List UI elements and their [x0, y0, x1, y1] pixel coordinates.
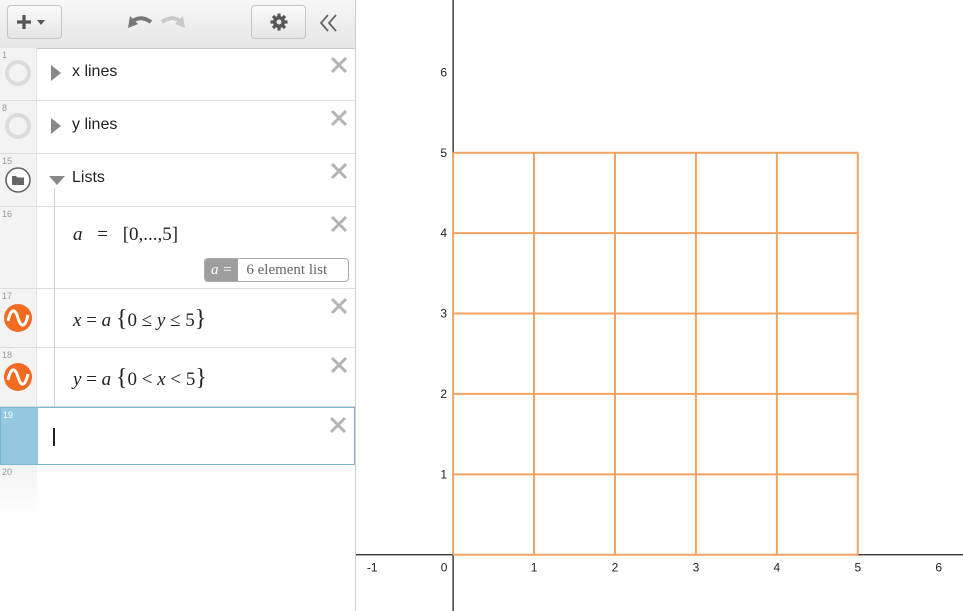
- x-tick-label: 2: [612, 561, 619, 575]
- text-cursor: [53, 428, 55, 446]
- wave-graph-icon[interactable]: [3, 303, 33, 333]
- expression-row-empty[interactable]: 20: [0, 465, 355, 515]
- row-number: 19: [3, 410, 14, 420]
- y-tick-label: 5: [440, 146, 447, 160]
- collapsed-triangle-icon[interactable]: [50, 64, 62, 82]
- inequality-op: ≤: [141, 310, 153, 331]
- double-chevron-left-icon: [319, 14, 337, 32]
- restriction-low: 0: [127, 369, 137, 390]
- undo-icon: [128, 16, 153, 28]
- right-brace: }: [195, 365, 207, 391]
- settings-button[interactable]: [251, 5, 306, 39]
- delete-x-icon[interactable]: [330, 297, 348, 315]
- expression-row-vertical-lines[interactable]: 17 x = a {0 ≤ y ≤ 5}: [0, 289, 355, 348]
- hidden-toggle-icon[interactable]: [3, 111, 33, 141]
- restriction-high: 5: [185, 369, 196, 390]
- equals-sign: =: [97, 224, 108, 245]
- delete-x-icon[interactable]: [330, 162, 348, 180]
- redo-icon: [160, 16, 185, 28]
- row-gutter: 8: [0, 101, 37, 153]
- math-rhs: a: [101, 369, 112, 390]
- hidden-toggle-icon[interactable]: [3, 58, 33, 88]
- x-tick-label: 6: [935, 561, 942, 575]
- y-tick-label: 4: [440, 226, 447, 240]
- evaluation-variable: a =: [205, 259, 239, 281]
- x-tick-label: 3: [693, 561, 700, 575]
- graph-canvas[interactable]: -1 0 1 2 3 4 5 6 1 2 3 4 5 6: [356, 0, 963, 611]
- expression-input[interactable]: [61, 422, 311, 452]
- restriction-low: 0: [127, 310, 137, 331]
- y-tick-label: 3: [440, 307, 447, 321]
- redo-button[interactable]: [158, 10, 188, 41]
- math-rhs: a: [101, 310, 112, 331]
- row-gutter: 15: [0, 154, 37, 206]
- collapsed-triangle-icon[interactable]: [50, 117, 62, 135]
- expression-row-active[interactable]: 19: [0, 407, 355, 465]
- delete-x-icon[interactable]: [330, 56, 348, 74]
- evaluation-text: 6 element list: [246, 262, 328, 278]
- folder-title[interactable]: y lines: [72, 116, 117, 134]
- gear-icon: [270, 13, 287, 31]
- math-expression[interactable]: a = [0,...,5]: [73, 224, 178, 246]
- restriction-high: 5: [185, 310, 195, 331]
- inequality-op: <: [141, 369, 153, 390]
- math-expression[interactable]: y = a {0 < x < 5}: [73, 365, 207, 392]
- delete-x-icon[interactable]: [329, 416, 347, 434]
- folder-title[interactable]: Lists: [72, 169, 105, 187]
- row-gutter: 1: [0, 48, 37, 100]
- math-expression[interactable]: x = a {0 ≤ y ≤ 5}: [73, 306, 206, 333]
- row-gutter: 18: [0, 348, 37, 406]
- y-tick-label: 1: [440, 467, 447, 481]
- delete-x-icon[interactable]: [330, 215, 348, 233]
- row-number: 16: [2, 209, 13, 219]
- folder-indent-line: [54, 207, 55, 289]
- row-number: 20: [2, 467, 13, 477]
- folder-row-y-lines[interactable]: 8 y lines: [0, 101, 355, 154]
- expression-row-list[interactable]: 16 a = [0,...,5] a = 6 element list: [0, 207, 355, 289]
- folder-title[interactable]: x lines: [72, 63, 117, 81]
- inequality-op: <: [170, 369, 182, 390]
- math-lhs: y: [73, 369, 82, 390]
- right-brace: }: [194, 306, 207, 332]
- undo-button[interactable]: [125, 10, 155, 41]
- row-gutter-active: 19: [1, 408, 38, 464]
- y-tick-label: 2: [440, 387, 447, 401]
- math-lhs: x: [73, 310, 82, 331]
- row-gutter: 17: [0, 289, 37, 347]
- x-tick-label: 1: [531, 561, 538, 575]
- folder-row-lists[interactable]: 15 Lists: [0, 154, 355, 207]
- row-number: 18: [2, 350, 13, 360]
- x-tick-label: -1: [367, 561, 378, 575]
- expanded-triangle-icon[interactable]: [48, 175, 66, 187]
- collapse-panel-button[interactable]: [318, 12, 342, 39]
- folder-indent-line: [54, 188, 55, 207]
- left-brace: {: [115, 306, 128, 332]
- y-tick-label: 6: [440, 65, 447, 79]
- evaluation-badge: a = 6 element list: [204, 258, 349, 282]
- folder-row-x-lines[interactable]: 1 x lines: [0, 48, 355, 101]
- row-gutter: 20: [0, 465, 37, 515]
- restriction-var: y: [156, 310, 166, 331]
- x-tick-label: 4: [774, 561, 781, 575]
- x-tick-label: 0: [441, 561, 448, 575]
- folder-indent-line: [54, 348, 55, 407]
- folder-icon[interactable]: [3, 165, 33, 195]
- delete-x-icon[interactable]: [330, 356, 348, 374]
- list-definition: [0,...,5]: [122, 224, 179, 245]
- expression-panel: 1 x lines 8 y lines 15 Lists 16 a = [0,.…: [0, 0, 356, 611]
- plus-dropdown-icon: [16, 15, 45, 29]
- left-brace: {: [115, 365, 128, 391]
- inequality-op: ≤: [170, 310, 181, 331]
- delete-x-icon[interactable]: [330, 109, 348, 127]
- add-item-button[interactable]: [7, 5, 62, 39]
- row-gutter: 16: [0, 207, 37, 288]
- expression-row-horizontal-lines[interactable]: 18 y = a {0 < x < 5}: [0, 348, 355, 407]
- restriction-var: x: [157, 369, 166, 390]
- expression-toolbar: [0, 0, 355, 49]
- x-tick-label: 5: [854, 561, 861, 575]
- row-number: 17: [2, 291, 13, 301]
- list-variable: a: [73, 224, 83, 245]
- wave-graph-icon[interactable]: [3, 362, 33, 392]
- folder-indent-line: [54, 289, 55, 348]
